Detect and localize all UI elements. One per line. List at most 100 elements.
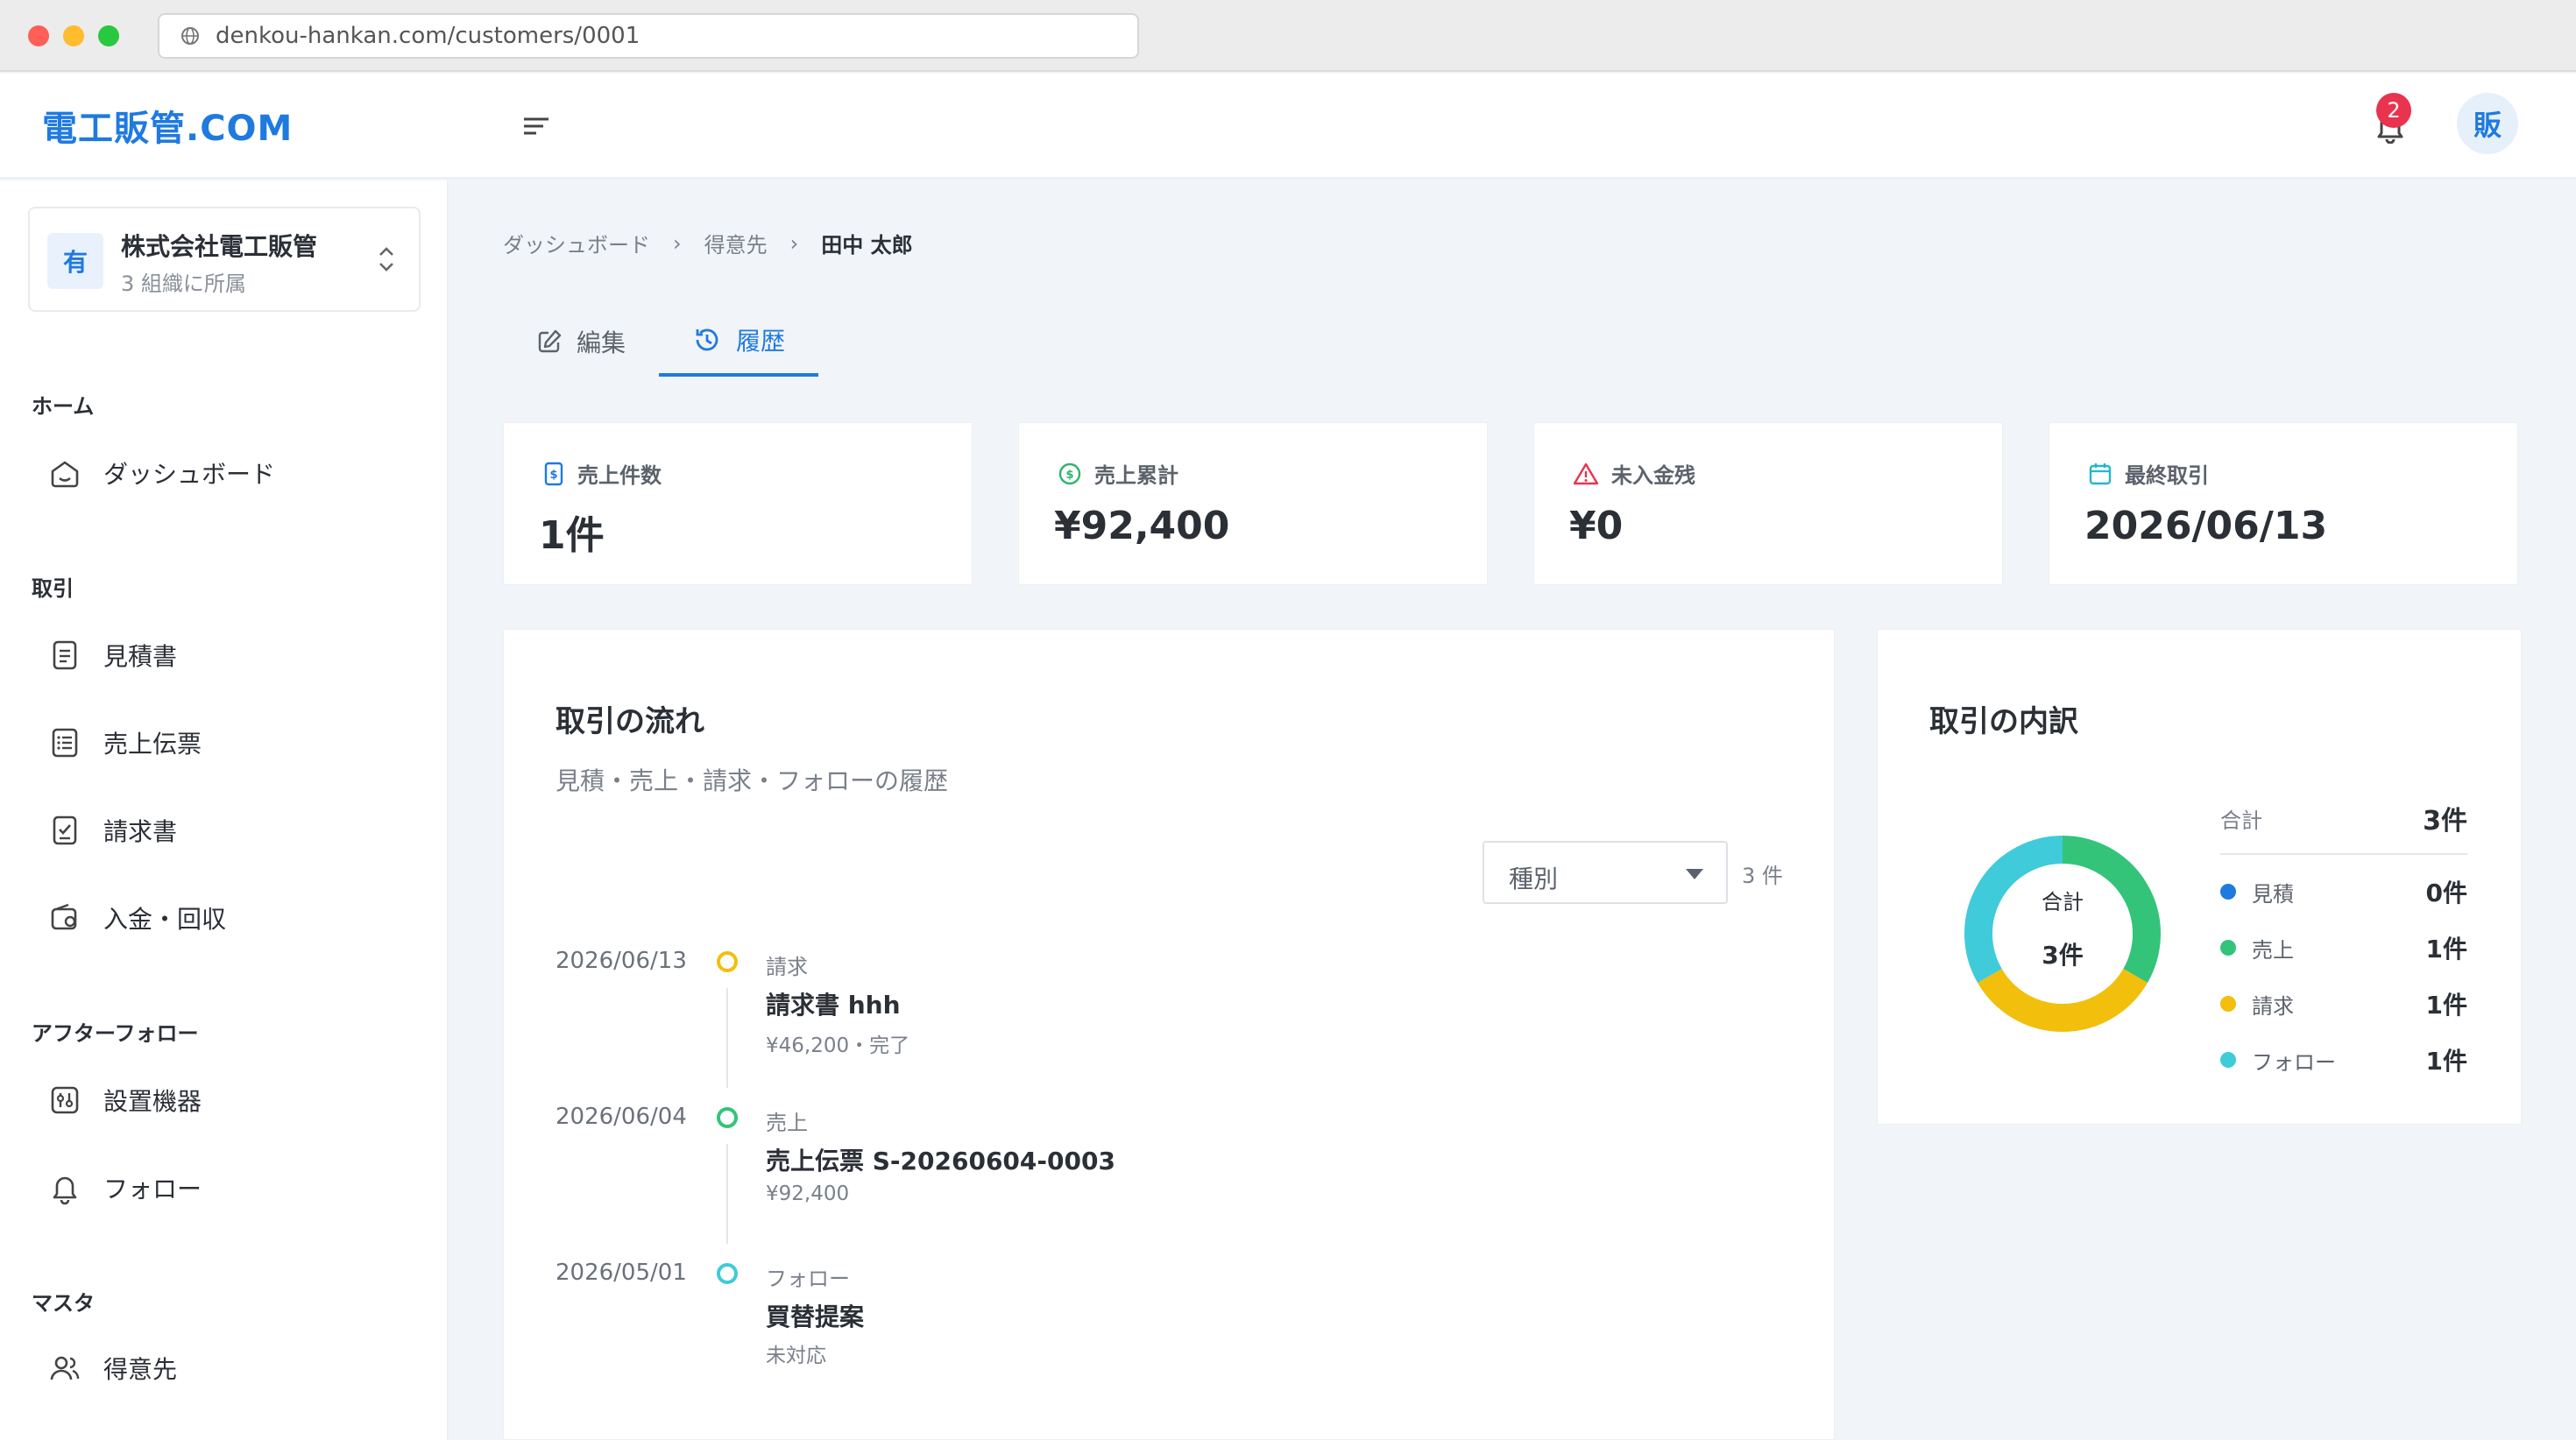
breakdown-total-row: 合計 3件 <box>2220 799 2467 837</box>
stat-value: ¥0 <box>1569 504 1624 548</box>
stat-value: 1件 <box>539 513 605 558</box>
legend-name: 見積 <box>2252 881 2294 907</box>
organization-name: 株式会社電工販管 <box>121 232 318 261</box>
legend-dot <box>2220 996 2236 1012</box>
app-header: 電工販管.COM 2 販 <box>0 74 2576 179</box>
sidebar-item-dashboard[interactable]: ダッシュボード <box>46 447 414 499</box>
sidebar-item-customers[interactable]: 得意先 <box>46 1342 414 1394</box>
section-after-follow: アフターフォロー <box>32 1021 199 1046</box>
legend-dot <box>2220 884 2236 900</box>
divider <box>2220 853 2467 855</box>
user-avatar[interactable]: 販 <box>2457 93 2518 154</box>
address-bar[interactable]: denkou-hankan.com/customers/0001 <box>158 13 1139 59</box>
legend-value: 1件 <box>2425 935 2467 964</box>
legend-value: 1件 <box>2425 991 2467 1020</box>
trade-flow-subtitle: 見積・売上・請求・フォローの履歴 <box>556 766 949 795</box>
legend-name: 請求 <box>2252 993 2294 1019</box>
bell-icon <box>46 1168 84 1207</box>
timeline-date: 2026/05/01 <box>556 1260 687 1286</box>
menu-toggle-button[interactable] <box>519 109 554 144</box>
legend-dot <box>2220 940 2236 956</box>
legend-dot <box>2220 1052 2236 1068</box>
close-window-button[interactable] <box>28 25 49 46</box>
legend-value: 0件 <box>2425 879 2467 907</box>
timeline-title[interactable]: 買替提案 <box>766 1298 864 1333</box>
timeline-meta: 未対応 <box>766 1345 826 1367</box>
trade-flow-card <box>503 629 1835 1440</box>
stat-label: 最終取引 <box>2125 463 2209 488</box>
breakdown-donut-chart: 合計 3件 <box>1964 836 2161 1032</box>
timeline-dot <box>717 1107 738 1128</box>
chevron-right-icon: › <box>789 230 799 256</box>
organization-switcher[interactable]: 有 株式会社電工販管 3 組織に所属 <box>28 207 421 312</box>
maximize-window-button[interactable] <box>98 25 119 46</box>
stat-value: 2026/06/13 <box>2084 504 2328 548</box>
stat-label: 売上件数 <box>577 463 662 488</box>
sidebar-item-label: 売上伝票 <box>103 730 202 759</box>
sidebar-item-payment[interactable]: 入金・回収 <box>46 892 414 944</box>
sidebar-item-label: ダッシュボード <box>103 460 276 489</box>
total-value: 3件 <box>2423 806 2467 836</box>
history-icon <box>696 328 718 351</box>
donut-center-label: 合計 <box>2042 890 2084 914</box>
timeline-title[interactable]: 請求書 hhh <box>766 986 901 1021</box>
edit-icon <box>538 329 562 353</box>
timeline-date: 2026/06/13 <box>556 948 687 974</box>
tab-bar: 編集 履歴 <box>503 307 819 378</box>
sidebar-item-label: 入金・回収 <box>103 905 227 934</box>
sidebar-item-equipment[interactable]: 設置機器 <box>46 1074 414 1126</box>
legend-item-estimate: 見積 0件 <box>2220 874 2467 909</box>
timeline-title[interactable]: 売上伝票 S-20260604-0003 <box>766 1142 1115 1177</box>
sidebar-item-invoice[interactable]: 請求書 <box>46 804 414 857</box>
sidebar-item-label: 請求書 <box>103 817 178 846</box>
wallet-icon <box>46 899 84 937</box>
sidebar-item-label: 得意先 <box>103 1355 178 1384</box>
result-count: 3 件 <box>1742 864 1783 888</box>
tab-label: 編集 <box>577 328 626 357</box>
timeline-type: フォロー <box>766 1267 850 1291</box>
coin-icon: $ <box>1058 462 1081 484</box>
globe-icon <box>181 27 199 45</box>
timeline-type: 請求 <box>766 955 808 979</box>
legend-item-sales: 売上 1件 <box>2220 930 2467 965</box>
equipment-icon <box>46 1081 84 1119</box>
select-value: 種別 <box>1509 865 1559 893</box>
stat-card-last-trade: 最終取引 2026/06/13 <box>2049 422 2518 585</box>
breadcrumb-customers[interactable]: 得意先 <box>704 228 768 258</box>
minimize-window-button[interactable] <box>63 25 84 46</box>
sidebar-item-label: 見積書 <box>103 642 178 671</box>
sidebar-item-estimate[interactable]: 見積書 <box>46 629 414 681</box>
chevron-updown-icon <box>379 247 393 272</box>
app-logo[interactable]: 電工販管.COM <box>42 100 293 151</box>
tab-label: 履歴 <box>736 327 786 356</box>
sidebar-item-follow[interactable]: フォロー <box>46 1161 414 1214</box>
svg-text:$: $ <box>549 469 557 482</box>
stat-card-sales-total: $ 売上累計 ¥92,400 <box>1018 422 1488 585</box>
document-icon <box>46 636 84 674</box>
donut-slice <box>1978 968 2148 1032</box>
url-text: denkou-hankan.com/customers/0001 <box>216 23 640 49</box>
stat-value: ¥92,400 <box>1054 504 1230 548</box>
timeline-connector <box>726 988 728 1088</box>
type-filter-select[interactable]: 種別 <box>1483 841 1728 904</box>
caret-down-icon <box>1686 869 1703 879</box>
tab-edit[interactable]: 編集 <box>503 307 659 377</box>
svg-text:$: $ <box>1065 469 1073 482</box>
chevron-right-icon: › <box>673 230 682 256</box>
sidebar-item-sales-slip[interactable]: 売上伝票 <box>46 716 414 769</box>
section-trade: 取引 <box>32 576 74 601</box>
users-icon <box>46 1349 84 1387</box>
tab-history[interactable]: 履歴 <box>659 307 819 377</box>
legend-name: 売上 <box>2252 937 2294 963</box>
timeline-dot <box>717 951 738 972</box>
calendar-icon <box>2089 462 2112 484</box>
stat-card-unpaid-balance: 未入金残 ¥0 <box>1533 422 2003 585</box>
sidebar: 有 株式会社電工販管 3 組織に所属 ホーム ダッシュボード 取引 見積書 売上… <box>0 180 449 1440</box>
browser-chrome: denkou-hankan.com/customers/0001 <box>0 0 2576 72</box>
timeline-dot <box>717 1263 738 1284</box>
stat-label: 未入金残 <box>1611 463 1695 488</box>
sidebar-item-label: フォロー <box>103 1175 202 1204</box>
warning-icon <box>1573 462 1599 484</box>
organization-subtitle: 3 組織に所属 <box>121 272 246 296</box>
breadcrumb-dashboard[interactable]: ダッシュボード <box>503 228 650 258</box>
